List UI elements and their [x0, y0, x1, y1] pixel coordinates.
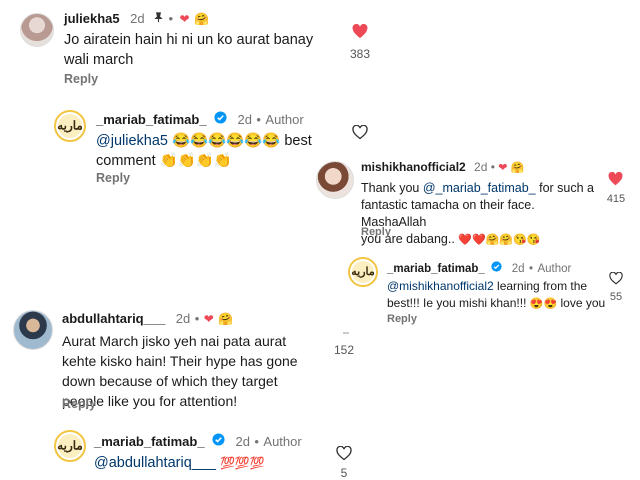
comment-text: Jo airatein hain hi ni un ko aurat banay…	[64, 32, 314, 68]
timestamp: 2d	[511, 263, 525, 276]
creator-reaction-icon: 🤗	[194, 12, 209, 27]
comment-text: @mishikhanofficial2 learning from the be…	[387, 278, 607, 313]
reply-button[interactable]: Reply	[96, 171, 130, 185]
like-button[interactable]	[609, 271, 623, 290]
comment-header: _mariab_fatimab_ 2d • Author	[387, 259, 571, 277]
mention-link[interactable]: @juliekha5	[96, 133, 168, 149]
text-segment: fantastic tamacha on their face. MashaAl…	[361, 198, 535, 229]
like-button[interactable]	[336, 445, 352, 466]
username[interactable]: abdullahtariq___	[62, 311, 165, 326]
like-button[interactable]	[352, 124, 368, 145]
comment-header: _mariab_fatimab_ 2d • Author	[94, 433, 302, 451]
like-count: 5	[340, 466, 348, 480]
like-count: 55	[609, 291, 623, 303]
text-segment: for such a	[539, 181, 594, 195]
heart-filled-icon: ❤	[179, 12, 190, 27]
username[interactable]: _mariab_fatimab_	[94, 434, 205, 449]
username[interactable]: juliekha5	[64, 11, 120, 26]
creator-reaction-icon: 🤗	[218, 312, 234, 326]
timestamp: 2d	[130, 11, 145, 27]
comment-header: abdullahtariq___ 2d • ❤ 🤗	[62, 311, 234, 326]
timestamp: 2d	[237, 112, 252, 128]
text-segment: love you	[560, 296, 606, 310]
heart-outline-icon	[343, 332, 349, 334]
avatar[interactable]	[316, 161, 354, 199]
heart-outline-icon	[352, 124, 368, 144]
comment-text: @juliekha5 😂😂😂😂😂😂 best comment 👏👏👏👏	[96, 131, 326, 171]
like-button[interactable]	[608, 171, 623, 191]
text-segment: comment	[96, 153, 156, 169]
reply-button[interactable]: Reply	[62, 397, 96, 411]
author-label: Author	[537, 263, 572, 276]
reply-button[interactable]: Reply	[64, 72, 98, 86]
mention-link[interactable]: @abdullahtariq___	[94, 455, 216, 471]
author-label: Author	[263, 434, 302, 450]
username[interactable]: _mariab_fatimab_	[96, 112, 207, 127]
timestamp: 2d	[175, 311, 191, 326]
heart-outline-icon	[336, 445, 352, 465]
heart-outline-icon	[609, 271, 623, 289]
comment-header: _mariab_fatimab_ 2d • Author	[96, 111, 304, 129]
author-label: Author	[265, 112, 304, 128]
heart-filled-icon	[608, 171, 623, 190]
emoji: ❤️❤️🤗🤗😘😘	[458, 234, 541, 246]
like-button[interactable]	[340, 331, 352, 335]
verified-icon	[212, 433, 225, 451]
text-segment: Thank you	[361, 181, 420, 195]
avatar[interactable]: ماريه	[348, 257, 378, 287]
avatar[interactable]	[13, 310, 53, 350]
like-button[interactable]	[352, 23, 368, 44]
mention-link[interactable]: @_mariab_fatimab_	[423, 181, 536, 195]
heart-filled-icon: ❤	[498, 162, 508, 174]
pin-icon	[153, 10, 168, 27]
emoji: 😂😂😂😂😂😂	[172, 133, 281, 149]
reply-button[interactable]: Reply	[387, 313, 417, 325]
text-segment: best!!! Ie you mishi khan!!!	[387, 296, 527, 310]
username[interactable]: _mariab_fatimab_	[387, 263, 485, 275]
like-count: 152	[333, 343, 355, 357]
emoji: 💯💯💯	[219, 456, 265, 470]
creator-reaction-icon: 🤗	[510, 162, 525, 174]
heart-filled-icon	[352, 23, 368, 43]
like-count: 383	[349, 47, 371, 61]
text-segment: best	[284, 133, 312, 149]
comment-header: juliekha5 2d • ❤ 🤗	[64, 10, 209, 28]
comment-text: @abdullahtariq___ 💯💯💯	[94, 453, 324, 473]
comment-text: Thank you @_mariab_fatimab_ for such a f…	[361, 180, 601, 249]
emoji: 👏👏👏👏	[159, 153, 232, 169]
username[interactable]: mishikhanofficial2	[361, 160, 466, 174]
comment-header: mishikhanofficial2 2d • ❤ 🤗	[361, 160, 525, 174]
separator-dot: •	[168, 11, 174, 27]
avatar[interactable]: ماريه	[54, 430, 86, 462]
like-count: 415	[606, 193, 626, 205]
avatar[interactable]	[20, 13, 54, 47]
heart-filled-icon: ❤	[203, 312, 214, 326]
verified-icon	[491, 259, 502, 277]
reply-button[interactable]: Reply	[361, 226, 391, 238]
comment-text: Aurat March jisko yeh nai pata aurat keh…	[62, 333, 298, 409]
emoji: 😍😍	[529, 298, 558, 310]
verified-icon	[214, 111, 227, 129]
avatar[interactable]: ماريه	[54, 110, 86, 142]
mention-link[interactable]: @mishikhanofficial2	[387, 279, 494, 293]
text-segment: learning from the	[497, 279, 588, 293]
timestamp: 2d	[235, 434, 250, 450]
timestamp: 2d	[474, 160, 488, 174]
